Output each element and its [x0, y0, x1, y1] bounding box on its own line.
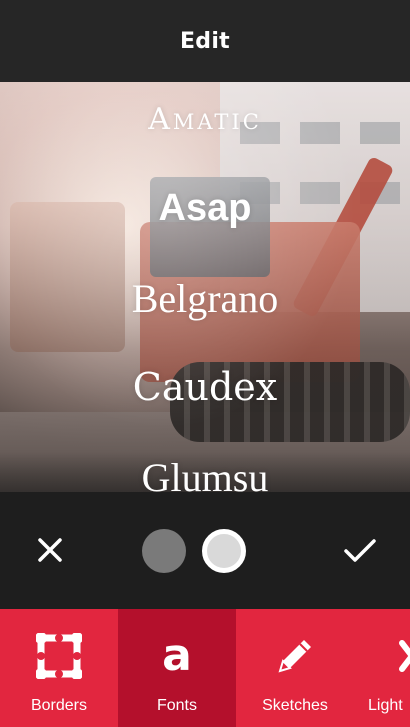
tab-borders-label: Borders: [30, 697, 88, 714]
light-icon: [399, 640, 410, 672]
font-option-caudex[interactable]: Caudex: [0, 365, 410, 409]
tab-sketches[interactable]: Sketches: [236, 609, 354, 727]
border-frame-icon: [36, 633, 82, 679]
color-swatch-white[interactable]: [202, 529, 246, 573]
top-bar: Edit: [0, 0, 410, 82]
font-option-glumsu[interactable]: Glumsu: [0, 454, 410, 492]
font-a-icon: a: [162, 630, 192, 681]
tab-light-label: Light: [368, 697, 403, 714]
edit-controls-bar: [0, 492, 410, 609]
font-option-asap[interactable]: Asap: [0, 187, 410, 230]
close-icon: [38, 538, 62, 562]
photo-preview: Amatic Asap Belgrano Caudex Glumsu: [0, 82, 410, 492]
font-picker-list[interactable]: Amatic Asap Belgrano Caudex Glumsu: [0, 82, 410, 492]
color-swatch-gray[interactable]: [142, 529, 186, 573]
check-icon: [344, 539, 376, 562]
tab-borders[interactable]: Borders: [0, 609, 118, 727]
confirm-button[interactable]: [340, 530, 380, 570]
font-option-belgrano[interactable]: Belgrano: [0, 275, 410, 322]
font-option-amatic[interactable]: Amatic: [0, 102, 410, 137]
tab-light[interactable]: Light: [354, 609, 410, 727]
tool-tab-bar: Borders a Fonts Sketches Light: [0, 609, 410, 727]
cancel-button[interactable]: [30, 530, 70, 570]
tab-fonts[interactable]: a Fonts: [118, 609, 236, 727]
page-title: Edit: [179, 28, 231, 54]
pencil-icon: [278, 640, 311, 673]
tab-sketches-label: Sketches: [262, 697, 328, 714]
tab-fonts-label: Fonts: [156, 697, 197, 714]
